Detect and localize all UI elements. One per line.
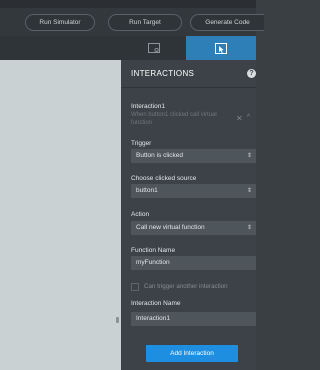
action-label: Action bbox=[131, 211, 150, 218]
function-name-value: myFunction bbox=[136, 259, 170, 266]
action-select[interactable]: Call new virtual function ⇕ bbox=[131, 221, 256, 235]
canvas-header bbox=[0, 36, 121, 60]
trigger-value: Button is clicked bbox=[136, 152, 183, 159]
close-icon[interactable]: ✕ bbox=[236, 114, 243, 123]
run-simulator-button[interactable]: Run Simulator bbox=[25, 14, 95, 31]
select-arrows-icon: ⇕ bbox=[246, 188, 252, 194]
interaction-name-label: Interaction Name bbox=[131, 300, 181, 307]
interaction-name-input[interactable]: Interaction1 bbox=[131, 312, 256, 326]
clicked-source-label: Choose clicked source bbox=[131, 175, 197, 182]
toolbar: Run Simulator Run Target Generate Code bbox=[0, 8, 264, 36]
interaction-icon bbox=[215, 42, 227, 54]
clicked-source-select[interactable]: button1 ⇕ bbox=[131, 184, 256, 198]
interaction-name-value: Interaction1 bbox=[136, 315, 170, 322]
design-canvas[interactable] bbox=[0, 60, 121, 370]
select-arrows-icon: ⇕ bbox=[246, 153, 252, 159]
panel-title: INTERACTIONS bbox=[131, 69, 195, 78]
interaction-description: When button1 clicked call virtual functi… bbox=[131, 112, 217, 126]
clicked-source-value: button1 bbox=[136, 187, 158, 194]
screen-icon bbox=[147, 43, 160, 53]
can-trigger-checkbox[interactable] bbox=[131, 283, 139, 291]
chevron-up-icon[interactable]: ^ bbox=[247, 114, 250, 121]
panel-resize-handle[interactable] bbox=[116, 317, 119, 323]
tab-screen-design[interactable] bbox=[121, 36, 186, 60]
function-name-input[interactable]: myFunction bbox=[131, 256, 256, 270]
trigger-select[interactable]: Button is clicked ⇕ bbox=[131, 149, 256, 163]
function-name-label: Function Name bbox=[131, 247, 176, 254]
run-target-button[interactable]: Run Target bbox=[108, 14, 182, 31]
panel-header: INTERACTIONS ? bbox=[121, 60, 256, 88]
can-trigger-label: Can trigger another interaction bbox=[144, 283, 228, 290]
interactions-panel: INTERACTIONS ? Interaction1 When button1… bbox=[121, 36, 256, 370]
generate-code-button[interactable]: Generate Code bbox=[190, 14, 264, 31]
add-interaction-button[interactable]: Add Interaction bbox=[146, 345, 238, 362]
select-arrows-icon: ⇕ bbox=[246, 225, 252, 231]
tab-interactions[interactable] bbox=[186, 36, 256, 60]
interaction-title: Interaction1 bbox=[131, 103, 165, 110]
window-top-edge bbox=[0, 0, 256, 8]
help-icon[interactable]: ? bbox=[247, 69, 256, 78]
action-value: Call new virtual function bbox=[136, 224, 205, 231]
trigger-label: Trigger bbox=[131, 140, 152, 147]
panel-tabs bbox=[121, 36, 256, 60]
